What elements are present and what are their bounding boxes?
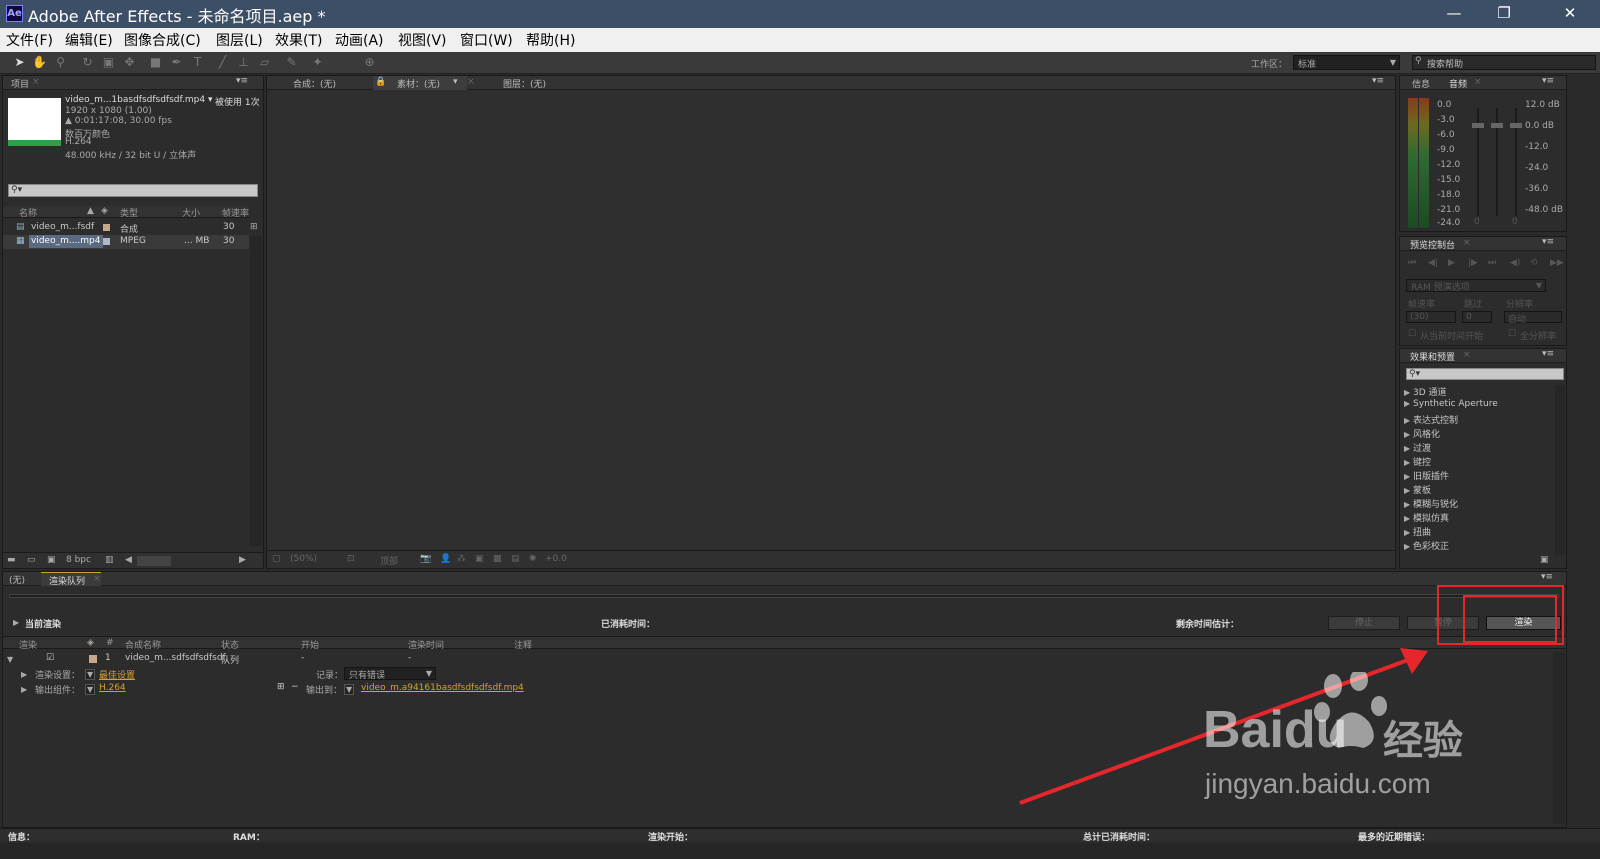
highlight-box-inner [1463,595,1557,643]
watermark-brand: Baidu [1203,701,1348,759]
watermark-site-suffix: 经验 [1383,718,1463,764]
baidu-jingyan-watermark: Baidu 经验 jingyan.baidu.com [1203,672,1503,802]
watermark-url: jingyan.baidu.com [1205,768,1431,799]
highlight-box-outer [1437,585,1564,645]
